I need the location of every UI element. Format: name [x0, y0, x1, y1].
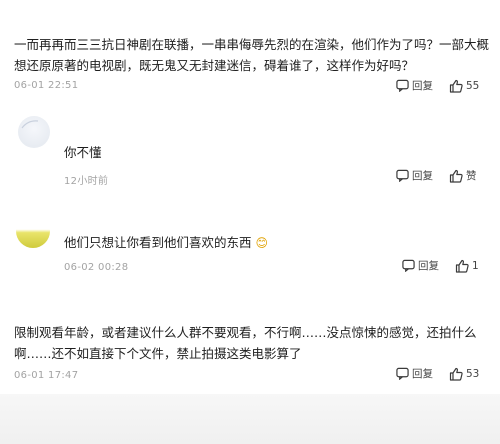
- comment-text: 他们只想让你看到他们喜欢的东西 😊: [64, 235, 269, 250]
- comment-actions: 回复 55: [396, 78, 479, 93]
- reply-icon: [396, 169, 409, 182]
- reply-label: 回复: [412, 368, 433, 380]
- thumbs-up-icon: [449, 169, 463, 183]
- thumbs-up-icon: [449, 367, 463, 381]
- like-button[interactable]: 1: [455, 259, 479, 273]
- comment-time: 06-02 00:28: [64, 262, 129, 273]
- reply-label: 回复: [412, 80, 433, 92]
- reply-icon: [396, 367, 409, 380]
- comment-text: 一而再再而三三抗日神剧在联播，一串串侮辱先烈的在渲染，他们作为了吗？一部大概 想…: [14, 37, 490, 73]
- bottom-shade: [0, 394, 500, 444]
- avatar[interactable]: [16, 214, 50, 248]
- smile-emoji: 😊: [255, 236, 269, 250]
- comment-actions: 回复 1: [402, 258, 479, 273]
- reply-button[interactable]: 回复: [402, 258, 439, 273]
- reply-label: 回复: [418, 260, 439, 272]
- thumbs-up-icon: [449, 79, 463, 93]
- reply-label: 回复: [412, 170, 433, 182]
- comment-text: 你不懂: [64, 145, 102, 160]
- like-count: 1: [472, 259, 479, 272]
- thumbs-up-icon: [455, 259, 469, 273]
- reply-button[interactable]: 回复: [396, 168, 433, 183]
- like-button[interactable]: 赞: [449, 168, 477, 183]
- avatar[interactable]: [18, 116, 50, 148]
- comment-time: 06-01 17:47: [14, 370, 79, 381]
- comment-time: 06-01 22:51: [14, 80, 79, 91]
- reply-icon: [402, 259, 415, 272]
- like-button[interactable]: 55: [449, 79, 479, 93]
- reply-icon: [396, 79, 409, 92]
- like-button[interactable]: 53: [449, 367, 479, 381]
- comment-time: 12小时前: [64, 176, 109, 187]
- reply-button[interactable]: 回复: [396, 78, 433, 93]
- like-count: 53: [466, 367, 480, 380]
- like-count: 55: [466, 79, 480, 92]
- like-label: 赞: [466, 170, 477, 182]
- reply-button[interactable]: 回复: [396, 366, 433, 381]
- comment-actions: 回复 53: [396, 366, 479, 381]
- comment-actions: 回复 赞: [396, 168, 477, 183]
- comment-text: 限制观看年龄，或者建议什么人群不要观看，不行啊……没点惊悚的感觉，还拍什么 啊……: [14, 325, 477, 361]
